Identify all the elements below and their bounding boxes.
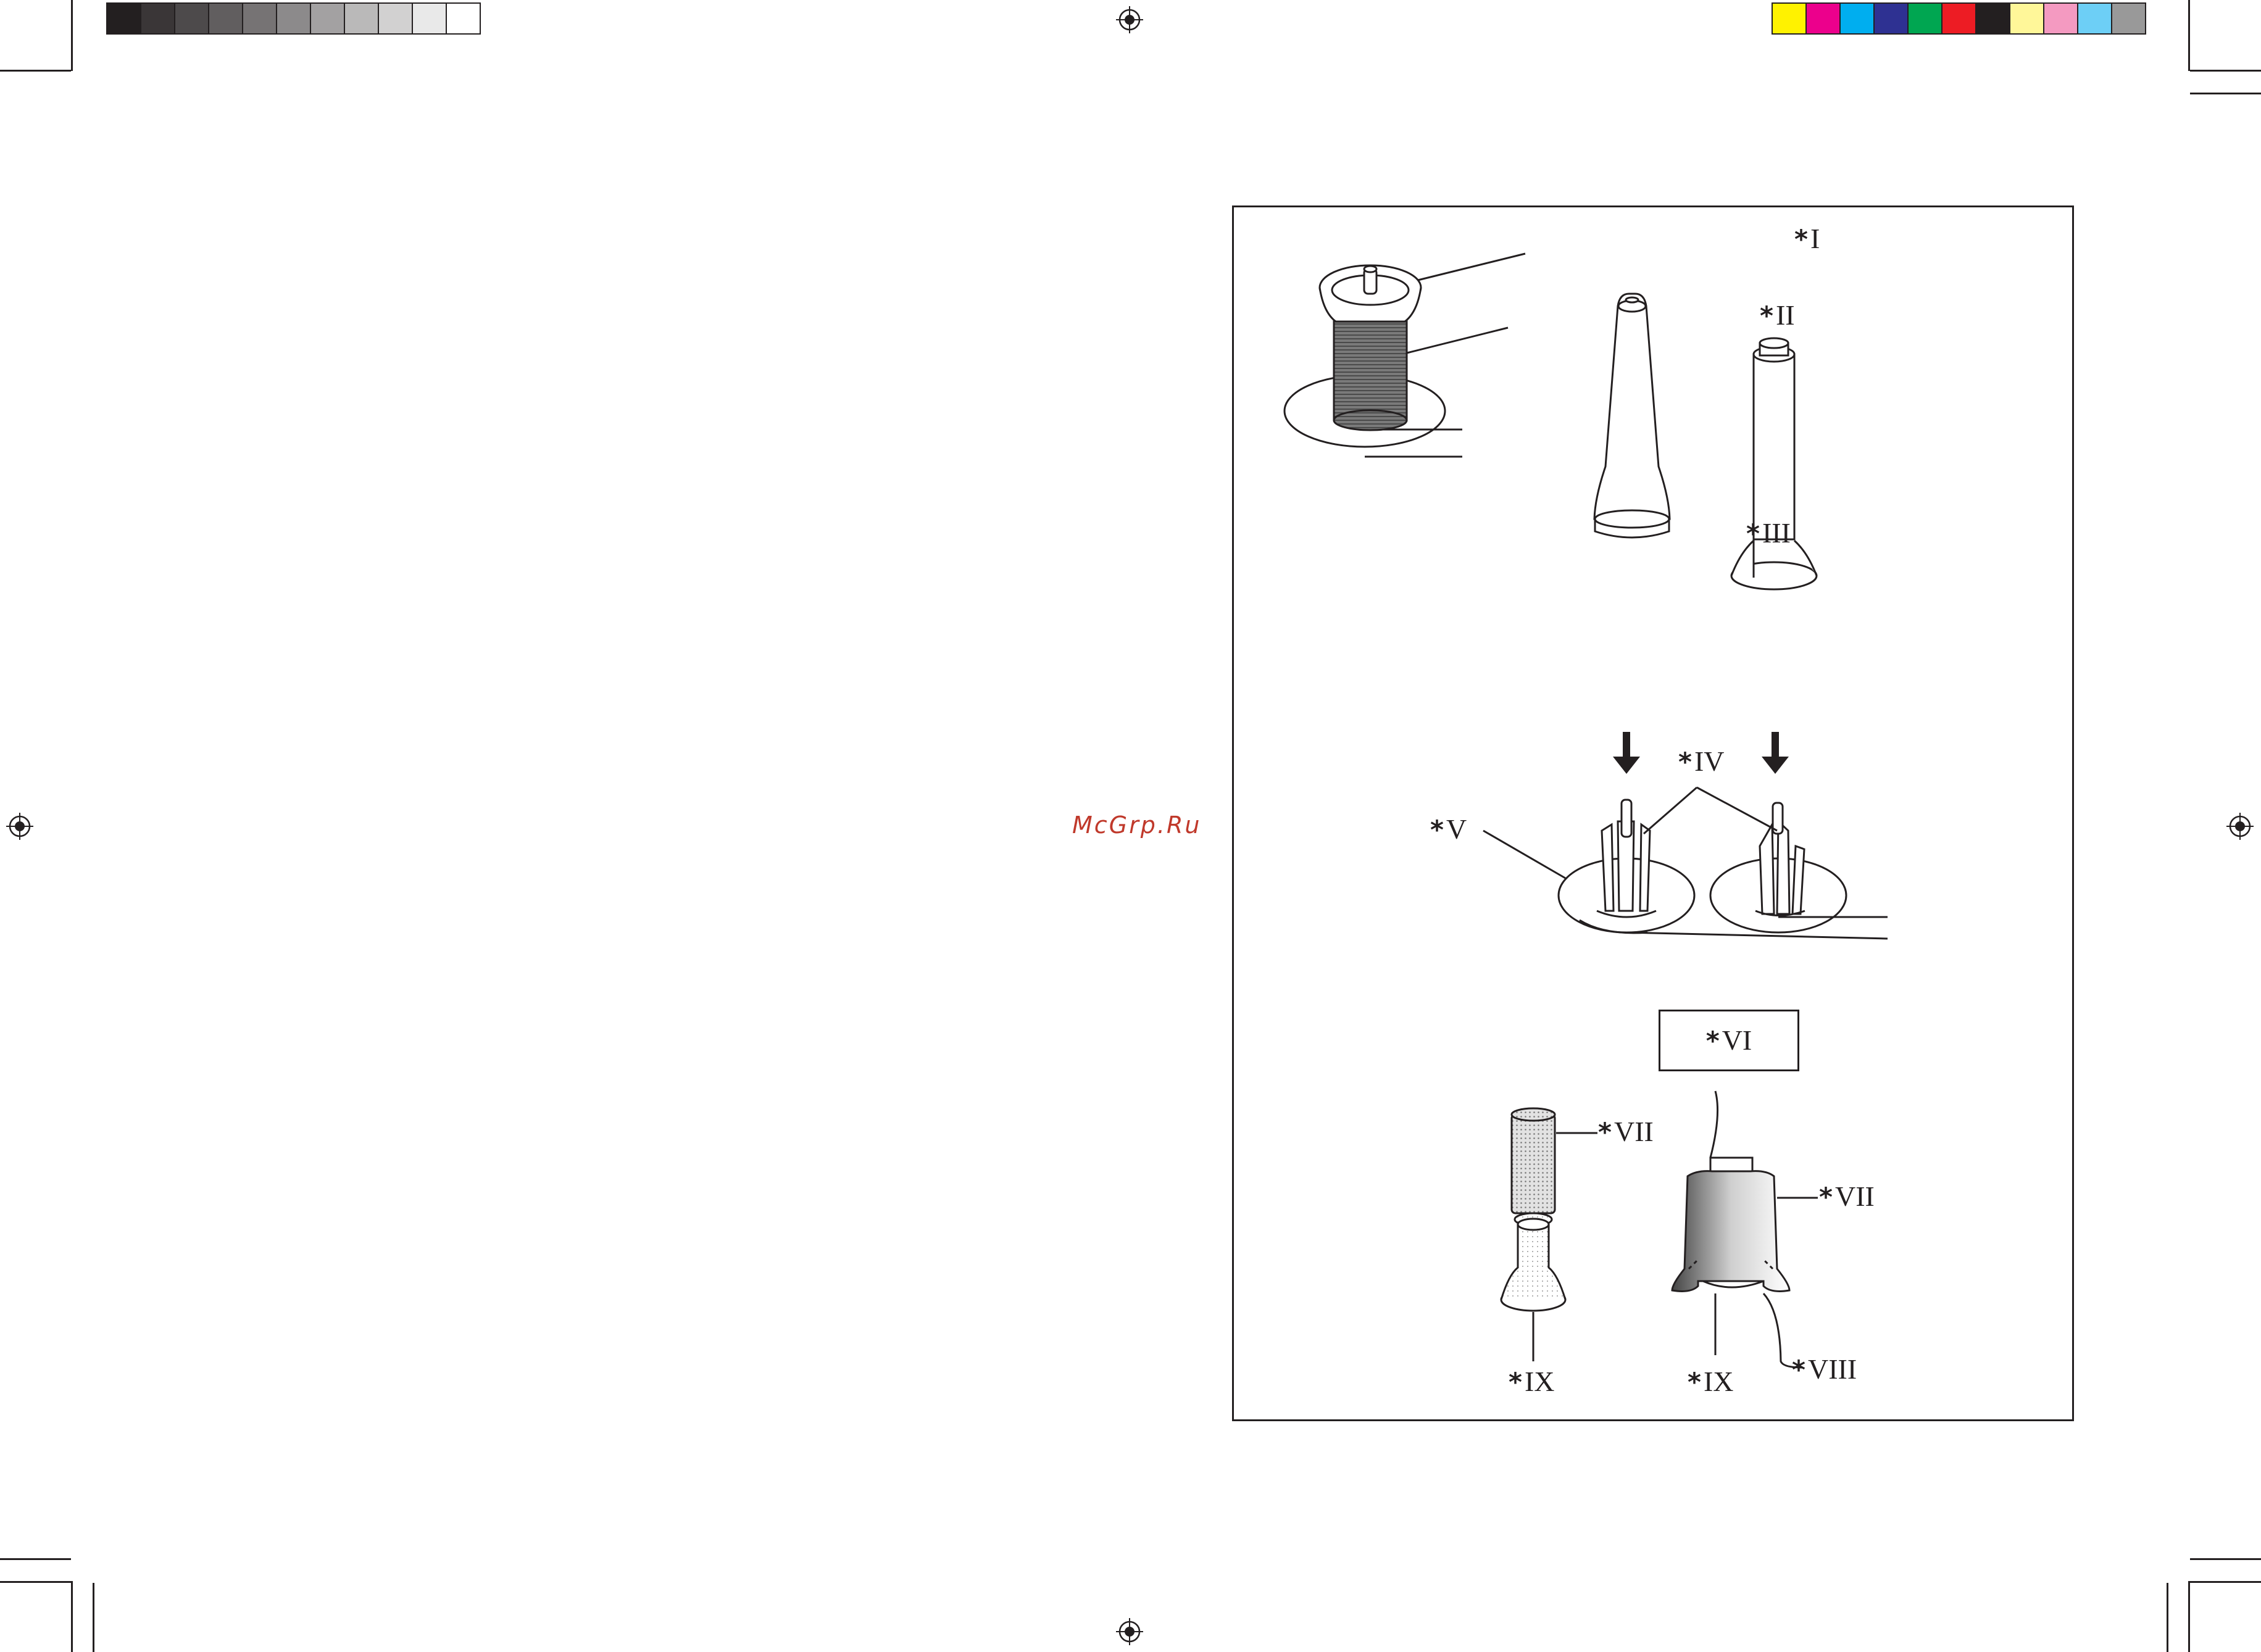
callout-VII-left: *VII <box>1598 1118 1654 1146</box>
gray-swatch-3 <box>208 2 243 35</box>
asterisk: * <box>1792 1355 1805 1385</box>
asterisk: * <box>1509 1367 1522 1397</box>
gray-swatch-4 <box>242 2 277 35</box>
gray-swatch-10 <box>446 2 481 35</box>
callout-IV: *IV <box>1678 747 1725 776</box>
color-swatch-10 <box>2111 2 2146 35</box>
asterisk: * <box>1688 1367 1701 1397</box>
callout-IX-left-label: IX <box>1524 1366 1555 1397</box>
callout-VII-left-label: VII <box>1614 1116 1654 1147</box>
crop-mark-bottom-left-v <box>71 1581 73 1652</box>
crop-mark-top-right-v <box>2188 0 2190 71</box>
registration-mark-top <box>1116 6 1143 33</box>
crop-mark-bottom-left-h <box>0 1581 71 1583</box>
color-swatch-5 <box>1941 2 1976 35</box>
crop-mark-bottom-left-v2 <box>93 1583 94 1652</box>
registration-mark-left <box>6 813 33 840</box>
crop-mark-bottom-right-v2 <box>2167 1583 2168 1652</box>
crop-mark-top-left-h <box>0 70 71 72</box>
color-swatch-8 <box>2043 2 2078 35</box>
asterisk: * <box>1760 301 1773 331</box>
crop-mark-top-right-h <box>2190 70 2261 72</box>
color-swatch-6 <box>1975 2 2010 35</box>
color-swatch-4 <box>1907 2 1942 35</box>
color-swatch-7 <box>2009 2 2044 35</box>
crop-mark-top-right-h2 <box>2190 93 2261 94</box>
grayscale-swatch-strip <box>106 2 481 35</box>
crop-mark-bottom-right-h2 <box>2190 1558 2261 1560</box>
crop-mark-bottom-right-h <box>2190 1581 2261 1583</box>
callout-VIII-label: VIII <box>1807 1353 1857 1385</box>
gray-swatch-7 <box>344 2 379 35</box>
callout-II: *II <box>1760 301 1795 330</box>
callout-VI: *VI <box>1706 1026 1752 1055</box>
gray-swatch-5 <box>276 2 311 35</box>
callout-IX-right: *IX <box>1688 1368 1734 1396</box>
registration-mark-bottom <box>1116 1618 1143 1645</box>
color-swatch-3 <box>1873 2 1909 35</box>
thread-spool-illustration <box>1283 252 1888 1369</box>
asterisk: * <box>1430 815 1444 845</box>
net-and-spool-figure <box>1500 1090 1818 1369</box>
callout-V: *V <box>1430 815 1467 844</box>
asterisk: * <box>1678 747 1692 777</box>
callout-III-label: III <box>1762 517 1791 549</box>
callout-IX-left: *IX <box>1509 1368 1555 1396</box>
gray-swatch-9 <box>412 2 447 35</box>
callout-V-label: V <box>1446 813 1467 845</box>
gray-swatch-2 <box>174 2 209 35</box>
asterisk: * <box>1794 224 1808 254</box>
asterisk: * <box>1598 1117 1612 1147</box>
callout-IV-label: IV <box>1694 745 1725 777</box>
gray-swatch-1 <box>140 2 175 35</box>
gray-swatch-8 <box>378 2 413 35</box>
asterisk: * <box>1746 518 1760 549</box>
color-swatch-0 <box>1772 2 1807 35</box>
gray-swatch-6 <box>310 2 345 35</box>
color-swatch-strip <box>1772 2 2146 35</box>
callout-IX-right-label: IX <box>1703 1366 1734 1397</box>
spool-pin-figure <box>1483 786 1888 940</box>
crop-mark-top-left-v <box>71 0 73 71</box>
callout-I-label: I <box>1810 223 1820 254</box>
color-swatch-9 <box>2077 2 2112 35</box>
crop-mark-bottom-right-v <box>2188 1581 2190 1652</box>
callout-VII-right: *VII <box>1819 1182 1875 1211</box>
watermark: McGrp.Ru <box>1072 811 1202 839</box>
callout-VII-right-label: VII <box>1834 1181 1875 1212</box>
registration-mark-right <box>2226 813 2254 840</box>
callout-VI-box: *VI <box>1659 1010 1799 1071</box>
crop-mark-bottom-left-h2 <box>0 1558 71 1560</box>
callout-I: *I <box>1794 225 1820 253</box>
spool-figure <box>1283 252 1526 458</box>
gray-swatch-0 <box>106 2 141 35</box>
color-swatch-1 <box>1805 2 1841 35</box>
callout-VIII: *VIII <box>1792 1355 1857 1384</box>
asterisk: * <box>1705 1026 1720 1056</box>
callout-III: *III <box>1746 519 1791 547</box>
callout-II-label: II <box>1775 299 1795 331</box>
asterisk: * <box>1819 1182 1833 1212</box>
color-swatch-2 <box>1839 2 1875 35</box>
callout-VI-label: VI <box>1722 1024 1752 1056</box>
figure-frame: *I *II *III *IV *V *VI *VII *VII *VIII *… <box>1232 205 2074 1421</box>
